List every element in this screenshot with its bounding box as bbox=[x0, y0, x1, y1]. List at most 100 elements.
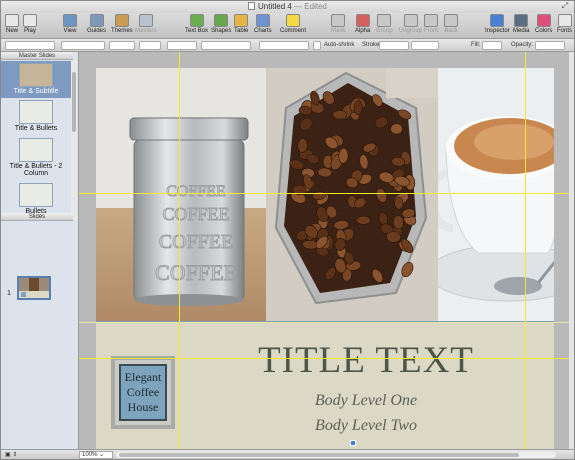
body-level-one[interactable]: Body Level One bbox=[256, 392, 476, 410]
alignment-buttons[interactable] bbox=[201, 41, 251, 50]
title-bar: Untitled 4 — Edited ⤢ bbox=[1, 1, 574, 13]
back-button[interactable]: Back bbox=[444, 14, 458, 38]
master-title-subtitle[interactable]: Title & Subtitle bbox=[1, 61, 71, 98]
spacing-buttons[interactable] bbox=[259, 41, 309, 50]
font-style-buttons[interactable] bbox=[167, 41, 197, 50]
font-family-select[interactable] bbox=[61, 41, 105, 50]
vertical-guide[interactable] bbox=[179, 52, 180, 449]
fullscreen-icon[interactable]: ⤢ bbox=[560, 2, 570, 10]
text-box-button[interactable]: Text Box bbox=[185, 14, 208, 38]
horizontal-guide[interactable] bbox=[79, 322, 569, 323]
shapes-button[interactable]: Shapes bbox=[211, 14, 231, 38]
colors-button[interactable]: Colors bbox=[535, 14, 552, 38]
charts-label: Charts bbox=[254, 28, 272, 34]
slide-canvas[interactable]: COFFEE COFFEE COFFEE COFFEE Elegant Coff… bbox=[79, 52, 569, 449]
master-title-bullets-2col[interactable]: Title & Bullets - 2 Column bbox=[1, 138, 71, 183]
shapes-icon bbox=[214, 14, 229, 27]
stroke-style-select[interactable] bbox=[379, 41, 409, 50]
master-scrollbar[interactable] bbox=[71, 60, 77, 220]
font-size-select[interactable] bbox=[109, 41, 135, 50]
fonts-icon bbox=[557, 14, 572, 27]
inspector-button[interactable]: Inspector bbox=[485, 14, 510, 38]
new-button[interactable]: New bbox=[5, 14, 19, 38]
comment-label: Comment bbox=[280, 28, 307, 34]
document-icon bbox=[248, 2, 256, 10]
slide[interactable]: COFFEE COFFEE COFFEE COFFEE Elegant Coff… bbox=[96, 68, 554, 449]
master-thumbnail bbox=[19, 63, 53, 87]
coffee-bean bbox=[390, 123, 403, 135]
mask-icon bbox=[331, 14, 346, 27]
new-label: New bbox=[5, 28, 18, 34]
autoshrink-checkbox[interactable] bbox=[313, 41, 321, 50]
style-select[interactable] bbox=[5, 41, 55, 50]
vertical-guide[interactable] bbox=[525, 52, 526, 449]
front-label: Front bbox=[424, 28, 439, 34]
guides-button[interactable]: Guides bbox=[87, 14, 106, 38]
opacity-field[interactable] bbox=[535, 41, 565, 50]
themes-button[interactable]: Themes bbox=[111, 14, 133, 38]
canister-label-text: COFFEE bbox=[155, 260, 237, 285]
shapes-label: Shapes bbox=[211, 28, 232, 34]
sidebar-view-icon[interactable]: ▣ ⇕ bbox=[5, 450, 17, 460]
coffee-beans-image bbox=[266, 68, 438, 321]
text-color-well[interactable] bbox=[139, 41, 161, 50]
body-level-two[interactable]: Body Level Two bbox=[256, 417, 476, 435]
table-button[interactable]: Table bbox=[234, 14, 248, 38]
mask-button[interactable]: Mask bbox=[331, 14, 345, 38]
alpha-button[interactable]: Alpha bbox=[355, 14, 370, 38]
opacity-label: Opacity: bbox=[511, 42, 534, 48]
coffee-bean bbox=[356, 215, 371, 225]
logo-line-3: House bbox=[127, 400, 159, 414]
ungroup-label: Ungroup bbox=[399, 28, 423, 34]
group-icon bbox=[377, 14, 392, 27]
guides-icon bbox=[89, 14, 104, 27]
master-thumbnail bbox=[19, 100, 53, 124]
scroll-knob[interactable] bbox=[72, 72, 76, 132]
coffee-canister-photo[interactable]: COFFEE COFFEE COFFEE COFFEE bbox=[96, 68, 266, 321]
latte-cup-photo[interactable] bbox=[438, 68, 554, 321]
logo: Elegant Coffee House bbox=[119, 364, 167, 421]
zoom-select[interactable]: 100% ⌄ bbox=[79, 451, 113, 459]
charts-button[interactable]: Charts bbox=[254, 14, 272, 38]
fill-well[interactable] bbox=[482, 41, 502, 50]
stroke-width-select[interactable] bbox=[411, 41, 439, 50]
slide-title[interactable]: TITLE TEXT bbox=[216, 339, 516, 382]
table-icon bbox=[234, 14, 249, 27]
media-label: Media bbox=[513, 28, 530, 34]
themes-icon bbox=[114, 14, 129, 27]
title-panel: Elegant Coffee House TITLE TEXT Body Lev… bbox=[96, 323, 554, 449]
horizontal-scrollbar[interactable] bbox=[116, 452, 556, 458]
fonts-button[interactable]: Fonts bbox=[557, 14, 572, 38]
zoom-value: 100% bbox=[82, 452, 98, 458]
master-bullets[interactable]: Bullets bbox=[1, 183, 71, 215]
inspector-icon bbox=[490, 14, 505, 27]
master-label: Title & Subtitle bbox=[13, 88, 59, 95]
masters-label: Masters bbox=[135, 28, 157, 34]
master-thumbnail bbox=[19, 138, 53, 162]
horizontal-guide[interactable] bbox=[79, 193, 569, 194]
coffee-beans-photo[interactable] bbox=[266, 68, 438, 321]
logo-line-2: Coffee bbox=[126, 385, 160, 399]
latte-cup-image bbox=[438, 68, 554, 321]
slide-thumbnail[interactable] bbox=[17, 276, 51, 300]
window-title: Untitled 4 bbox=[258, 2, 292, 11]
charts-icon bbox=[255, 14, 270, 27]
back-label: Back bbox=[444, 28, 458, 34]
comment-button[interactable]: Comment bbox=[280, 14, 306, 38]
front-button[interactable]: Front bbox=[424, 14, 438, 38]
toolbar: New Play View Guides Themes Masters Text Box Sh… bbox=[1, 13, 574, 39]
horizontal-guide[interactable] bbox=[79, 358, 569, 359]
text-box-icon bbox=[189, 14, 204, 27]
play-button[interactable]: Play bbox=[23, 14, 37, 38]
masters-button[interactable]: Masters bbox=[135, 14, 156, 38]
group-button[interactable]: Group bbox=[376, 14, 393, 38]
ungroup-button[interactable]: Ungroup bbox=[399, 14, 422, 38]
fonts-label: Fonts bbox=[557, 28, 573, 34]
logo-frame[interactable]: Elegant Coffee House bbox=[111, 356, 175, 429]
media-button[interactable]: Media bbox=[513, 14, 529, 38]
view-icon bbox=[63, 14, 77, 27]
scroll-knob[interactable] bbox=[119, 453, 519, 457]
master-title-bullets[interactable]: Title & Bullets bbox=[1, 100, 71, 136]
view-button[interactable]: View bbox=[63, 14, 77, 38]
selection-handle[interactable] bbox=[350, 440, 356, 446]
